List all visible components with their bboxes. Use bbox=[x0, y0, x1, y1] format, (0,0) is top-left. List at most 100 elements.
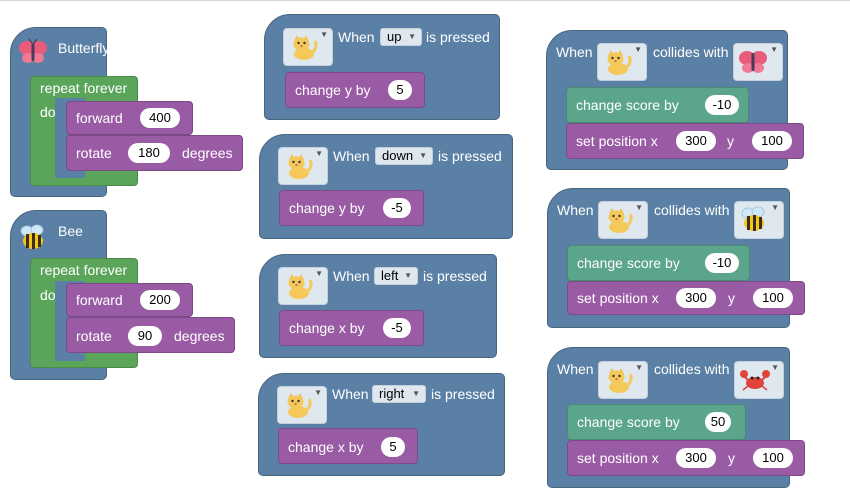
cat-icon bbox=[287, 152, 313, 181]
chevron-down-icon: ▼ bbox=[634, 45, 642, 54]
bee-degrees-label: degrees bbox=[174, 328, 225, 344]
butterfly-forward-label: forward bbox=[76, 110, 123, 126]
key-left-key-dropdown[interactable]: left ▼ bbox=[374, 267, 418, 285]
chevron-down-icon: ▼ bbox=[771, 203, 779, 212]
collide-bee-sprite-dropdown[interactable]: ▼ bbox=[598, 201, 648, 239]
butterfly-do-label: do bbox=[40, 104, 56, 120]
collide-crab-target-dropdown[interactable]: ▼ bbox=[734, 361, 784, 399]
butterfly-degrees-label: degrees bbox=[182, 145, 233, 161]
key-down-when: When bbox=[333, 148, 370, 164]
collide-crab-sprite-dropdown[interactable]: ▼ bbox=[598, 361, 648, 399]
bee-icon bbox=[741, 206, 765, 231]
key-right-sprite-dropdown[interactable]: ▼ bbox=[277, 386, 327, 424]
key-up-action: change y by bbox=[295, 82, 371, 98]
key-right-key-dropdown[interactable]: right ▼ bbox=[372, 385, 426, 403]
collide-bee-score-input[interactable]: -10 bbox=[705, 253, 739, 273]
chevron-down-icon: ▼ bbox=[412, 389, 420, 398]
collide-bee-collides: collides with bbox=[654, 202, 730, 218]
bee-rotate-input[interactable]: 90 bbox=[128, 326, 162, 346]
collide-crab-score-label: change score by bbox=[577, 414, 680, 430]
collide-crab-score-input[interactable]: 50 bbox=[705, 412, 731, 432]
chevron-down-icon: ▼ bbox=[635, 203, 643, 212]
collide-butterfly-y-input[interactable]: 100 bbox=[752, 131, 792, 151]
chevron-down-icon: ▼ bbox=[419, 151, 427, 160]
bee-repeat-label: repeat forever bbox=[40, 262, 128, 278]
butterfly-title: Butterfly bbox=[58, 40, 110, 56]
collide-crab-collides: collides with bbox=[654, 361, 730, 377]
butterfly-rotate-label: rotate bbox=[76, 145, 112, 161]
key-down-sprite-dropdown[interactable]: ▼ bbox=[278, 147, 328, 185]
key-up-pressed: is pressed bbox=[426, 29, 490, 45]
cat-icon bbox=[292, 33, 318, 62]
chevron-down-icon: ▼ bbox=[770, 45, 778, 54]
collide-bee-y-input[interactable]: 100 bbox=[753, 288, 793, 308]
key-left-when: When bbox=[333, 268, 370, 284]
key-down-key-value: down bbox=[382, 148, 414, 163]
collide-butterfly-when: When bbox=[556, 44, 593, 60]
chevron-down-icon: ▼ bbox=[408, 32, 416, 41]
butterfly-rotate-input[interactable]: 180 bbox=[128, 143, 170, 163]
collide-crab-y-input[interactable]: 100 bbox=[753, 448, 793, 468]
chevron-down-icon: ▼ bbox=[771, 363, 779, 372]
key-right-when: When bbox=[332, 386, 369, 402]
collide-butterfly-score-label: change score by bbox=[576, 97, 679, 113]
chevron-down-icon: ▼ bbox=[315, 269, 323, 278]
key-left-value-input[interactable]: -5 bbox=[383, 318, 411, 338]
cat-icon bbox=[606, 48, 632, 77]
butterfly-icon bbox=[739, 51, 767, 73]
chevron-down-icon: ▼ bbox=[320, 30, 328, 39]
key-down-key-dropdown[interactable]: down ▼ bbox=[375, 147, 433, 165]
key-up-sprite-dropdown[interactable]: ▼ bbox=[283, 28, 333, 66]
collide-bee-x-input[interactable]: 300 bbox=[676, 288, 716, 308]
cat-icon bbox=[607, 206, 633, 235]
chevron-down-icon: ▼ bbox=[404, 271, 412, 280]
collide-crab-y-label: y bbox=[728, 450, 735, 466]
collide-bee-target-dropdown[interactable]: ▼ bbox=[734, 201, 784, 239]
key-up-value-input[interactable]: 5 bbox=[388, 80, 412, 100]
key-up-when: When bbox=[338, 29, 375, 45]
bee-forward-input[interactable]: 200 bbox=[140, 290, 180, 310]
bee-rotate-label: rotate bbox=[76, 328, 112, 344]
blocks-workspace[interactable]: Butterfly repeat forever do forward 400 … bbox=[0, 0, 850, 500]
key-down-value-input[interactable]: -5 bbox=[383, 198, 411, 218]
workspace-top-border bbox=[0, 0, 850, 1]
collide-butterfly-y-label: y bbox=[727, 133, 734, 149]
collide-bee-set-label: set position x bbox=[577, 290, 659, 306]
collide-butterfly-target-dropdown[interactable]: ▼ bbox=[733, 43, 783, 81]
key-down-pressed: is pressed bbox=[438, 148, 502, 164]
key-left-action: change x by bbox=[289, 320, 365, 336]
collide-bee-when: When bbox=[557, 202, 594, 218]
bee-icon bbox=[20, 224, 44, 249]
bee-title: Bee bbox=[58, 223, 83, 239]
cat-icon bbox=[607, 366, 633, 395]
collide-butterfly-x-input[interactable]: 300 bbox=[676, 131, 716, 151]
collide-butterfly-set-label: set position x bbox=[576, 133, 658, 149]
key-right-action: change x by bbox=[288, 439, 364, 455]
key-up-key-dropdown[interactable]: up ▼ bbox=[380, 28, 422, 46]
key-left-pressed: is pressed bbox=[423, 268, 487, 284]
butterfly-icon bbox=[19, 38, 47, 63]
collide-crab-set-label: set position x bbox=[577, 450, 659, 466]
chevron-down-icon: ▼ bbox=[314, 388, 322, 397]
cat-icon bbox=[287, 272, 313, 301]
cat-icon bbox=[286, 391, 312, 420]
key-up-key-value: up bbox=[387, 29, 402, 44]
key-right-key-value: right bbox=[379, 386, 405, 401]
collide-butterfly-sprite-dropdown[interactable]: ▼ bbox=[597, 43, 647, 81]
collide-bee-y-label: y bbox=[728, 290, 735, 306]
key-left-key-value: left bbox=[381, 268, 399, 283]
key-right-value-input[interactable]: 5 bbox=[381, 437, 405, 457]
bee-forward-label: forward bbox=[76, 292, 123, 308]
butterfly-forward-input[interactable]: 400 bbox=[140, 108, 180, 128]
crab-icon bbox=[740, 370, 770, 391]
bee-do-label: do bbox=[40, 287, 56, 303]
collide-crab-when: When bbox=[557, 361, 594, 377]
collide-bee-score-label: change score by bbox=[577, 255, 680, 271]
chevron-down-icon: ▼ bbox=[315, 149, 323, 158]
key-left-sprite-dropdown[interactable]: ▼ bbox=[278, 267, 328, 305]
key-right-pressed: is pressed bbox=[431, 386, 495, 402]
key-down-action: change y by bbox=[289, 200, 365, 216]
collide-butterfly-collides: collides with bbox=[653, 44, 729, 60]
collide-crab-x-input[interactable]: 300 bbox=[676, 448, 716, 468]
collide-butterfly-score-input[interactable]: -10 bbox=[705, 95, 739, 115]
